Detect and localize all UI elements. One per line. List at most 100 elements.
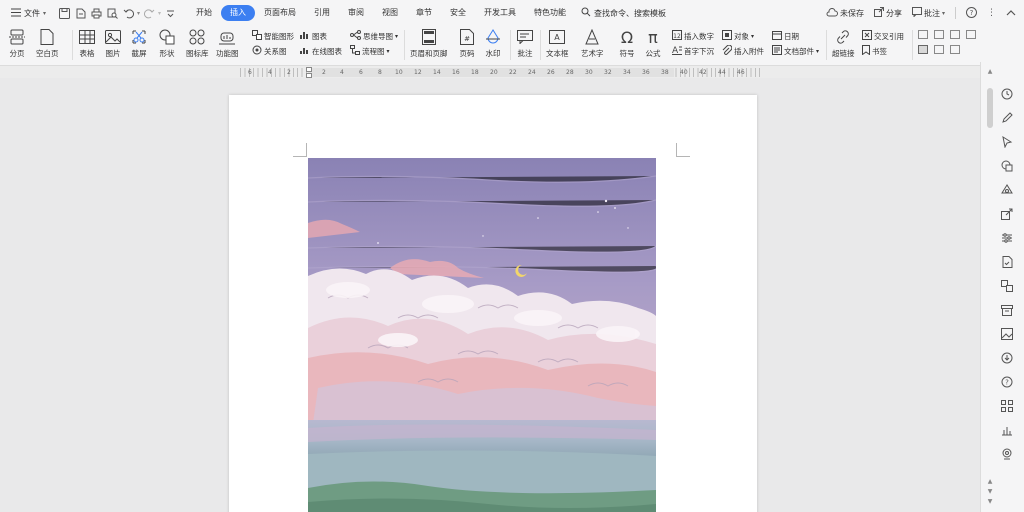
collapse-ribbon-icon[interactable] [1006, 9, 1016, 18]
ruler-label: 32 [604, 69, 612, 76]
unsaved-button[interactable]: 未保存 [826, 7, 864, 19]
help-icon[interactable]: ? [966, 6, 977, 20]
page-down-icon[interactable]: ▼ [986, 488, 994, 496]
mind-map-button[interactable]: 思维导图 ▾ [350, 30, 398, 42]
statistics-icon[interactable] [999, 422, 1015, 438]
chart-button[interactable]: 图表 [300, 30, 327, 42]
file-menu[interactable]: 文件 ▾ [6, 3, 51, 23]
tab-view[interactable]: 视图 [373, 5, 407, 21]
bookmark-button[interactable]: 书签 [862, 45, 887, 57]
settings-sliders-icon[interactable] [999, 230, 1015, 246]
undo-icon[interactable] [121, 6, 135, 20]
fill-icon[interactable] [999, 182, 1015, 198]
table-button[interactable]: 表格 [78, 28, 96, 59]
picture-button[interactable]: 图片 [104, 28, 122, 59]
export-icon[interactable] [999, 206, 1015, 222]
attachment-label: 插入附件 [734, 46, 764, 56]
apps-grid-icon[interactable] [999, 398, 1015, 414]
gallery-item-icon[interactable] [918, 45, 928, 54]
smart-shape-button[interactable]: 智能图形 [252, 30, 294, 42]
print-icon[interactable] [89, 6, 103, 20]
page-number-button[interactable]: # 页码 [458, 28, 476, 59]
document-workspace[interactable] [0, 78, 980, 512]
gallery-item-icon[interactable] [934, 30, 944, 39]
cursor-icon[interactable] [999, 134, 1015, 150]
shapes-icon[interactable] [999, 158, 1015, 174]
function-chart-button[interactable]: 功能图 [216, 28, 239, 59]
customize-toolbar-icon[interactable] [163, 6, 177, 20]
document-page[interactable] [229, 95, 757, 512]
image-icon[interactable] [999, 326, 1015, 342]
flow-chart-button[interactable]: 流程图 ▾ [350, 45, 390, 57]
cross-reference-button[interactable]: 交叉引用 [862, 30, 904, 42]
help-icon[interactable]: ? [999, 374, 1015, 390]
gallery-item-icon[interactable] [934, 45, 944, 54]
gallery-item-icon[interactable] [918, 30, 928, 39]
tab-references[interactable]: 引用 [305, 5, 339, 21]
page-break-button[interactable]: 分页 [8, 28, 26, 59]
edit-icon[interactable] [999, 110, 1015, 126]
tab-chapter[interactable]: 章节 [407, 5, 441, 21]
hyperlink-button[interactable]: 超链接 [832, 28, 855, 59]
download-icon[interactable] [999, 350, 1015, 366]
icon-library-button[interactable]: 图标库 [186, 28, 209, 59]
tab-review[interactable]: 审阅 [339, 5, 373, 21]
relation-chart-button[interactable]: 关系图 [252, 45, 287, 57]
scroll-up-icon[interactable]: ▲ [986, 478, 994, 486]
textbox-button[interactable]: A 文本框 [546, 28, 569, 59]
print-preview-icon[interactable] [105, 6, 119, 20]
tab-security[interactable]: 安全 [441, 5, 475, 21]
date-button[interactable]: 日期 [772, 30, 799, 42]
export-pdf-icon[interactable] [73, 6, 87, 20]
gallery-item-icon[interactable] [950, 30, 960, 39]
online-chart-button[interactable]: 在线图表 [300, 45, 342, 57]
chevron-down-icon[interactable]: ▾ [137, 10, 140, 17]
sky-painting-image[interactable] [308, 158, 656, 512]
tab-developer[interactable]: 开发工具 [475, 5, 525, 21]
document-check-icon[interactable] [999, 254, 1015, 270]
drop-cap-button[interactable]: A 首字下沉 [672, 45, 714, 57]
annotation-button[interactable]: 批注 [516, 28, 534, 59]
blank-page-button[interactable]: 空白页 [36, 28, 59, 59]
header-footer-button[interactable]: 页眉和页脚 [410, 28, 448, 59]
redo-icon[interactable] [142, 6, 156, 20]
ruler-label: 6 [248, 69, 252, 76]
watermark-button[interactable]: 水印 [484, 28, 502, 59]
comment-button[interactable]: 批注 ▾ [911, 7, 945, 19]
symbol-button[interactable]: Ω 符号 [618, 28, 636, 59]
tab-insert[interactable]: 插入 [221, 5, 256, 21]
ruler-label: 24 [528, 69, 536, 76]
share-button[interactable]: 分享 [873, 7, 902, 19]
scroll-up-icon[interactable]: ▲ [986, 68, 994, 76]
wordart-button[interactable]: 艺术字 [581, 28, 604, 59]
history-icon[interactable] [999, 86, 1015, 102]
object-button[interactable]: 对象 ▾ [722, 30, 754, 42]
separator [510, 30, 511, 60]
attachment-button[interactable]: 插入附件 [722, 44, 764, 57]
translate-icon[interactable] [999, 278, 1015, 294]
gallery-item-icon[interactable] [950, 45, 960, 54]
archive-icon[interactable] [999, 302, 1015, 318]
scrollbar-thumb[interactable] [987, 88, 993, 128]
scroll-down-icon[interactable]: ▼ [986, 498, 994, 506]
horizontal-ruler[interactable]: 6 4 2 2 4 6 8 10 12 14 16 18 20 22 24 26… [240, 67, 760, 78]
quick-access-toolbar: ▾ ▾ [57, 6, 177, 20]
tab-home[interactable]: 开始 [187, 5, 221, 21]
doc-parts-button[interactable]: 文档部件 ▾ [772, 45, 819, 57]
more-icon[interactable]: ⋮ [987, 8, 996, 18]
command-search[interactable]: 查找命令、搜索模板 [581, 7, 666, 19]
shape-button[interactable]: 形状 [158, 28, 176, 59]
save-icon[interactable] [57, 6, 71, 20]
pi-icon: π [648, 27, 658, 47]
tab-features[interactable]: 特色功能 [525, 5, 575, 21]
insert-number-button[interactable]: 12 插入数字 [672, 30, 714, 42]
gallery-item-icon[interactable] [966, 30, 976, 39]
bookmark-icon [862, 45, 870, 57]
screenshot-button[interactable]: 截屏 [130, 28, 148, 59]
formula-button[interactable]: π 公式 [644, 28, 662, 59]
indent-marker[interactable] [306, 67, 312, 72]
location-icon[interactable] [999, 446, 1015, 462]
tab-page-layout[interactable]: 页面布局 [255, 5, 305, 21]
vertical-scrollbar[interactable]: ▲ ▲ ▼ ▼ [986, 68, 994, 508]
chevron-down-icon[interactable]: ▾ [158, 10, 161, 17]
